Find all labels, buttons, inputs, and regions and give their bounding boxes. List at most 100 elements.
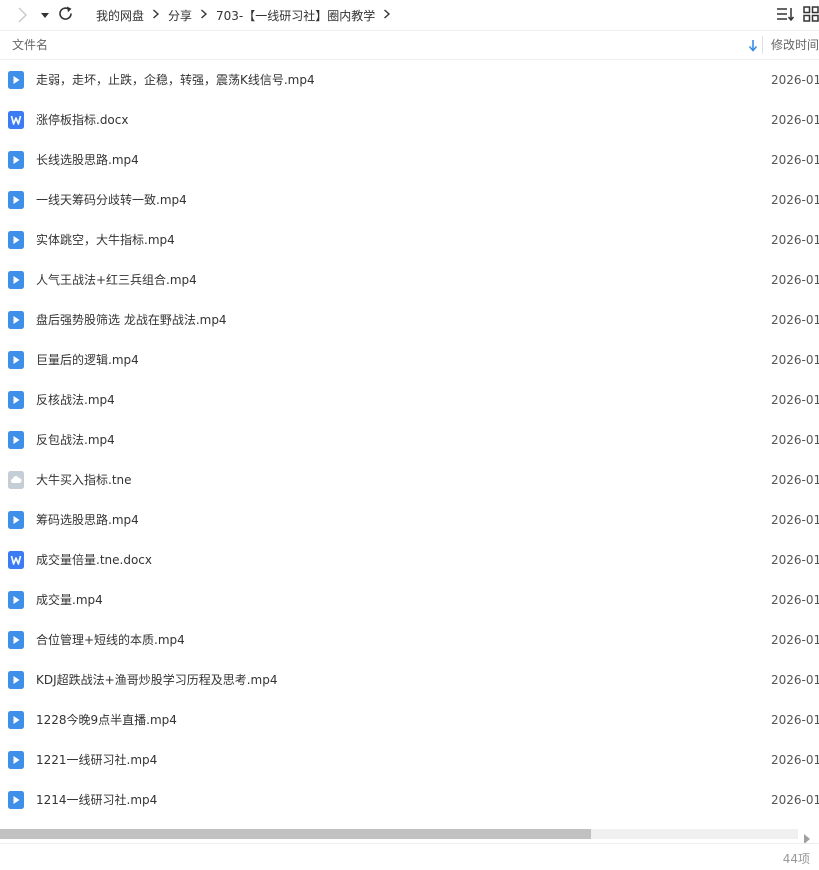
file-row[interactable]: KDJ超跌战法+渔哥炒股学习历程及思考.mp4 2026-01 <box>0 660 819 700</box>
breadcrumb-item[interactable]: 703-【一线研习社】圈内教学 <box>216 7 375 24</box>
file-row[interactable]: 盘后强势股筛选 龙战在野战法.mp4 2026-01 <box>0 300 819 340</box>
scrollbar-thumb[interactable] <box>0 829 591 839</box>
video-file-icon <box>8 191 24 209</box>
file-row[interactable]: 反核战法.mp4 2026-01 <box>0 380 819 420</box>
file-name[interactable]: 走弱，走坏，止跌，企稳，转强，震荡K线信号.mp4 <box>36 60 315 100</box>
file-row[interactable]: 1228今晚9点半直播.mp4 2026-01 <box>0 700 819 740</box>
file-modified-date: 2026-01 <box>771 113 819 127</box>
video-file-icon <box>8 591 24 609</box>
forward-button[interactable] <box>12 5 32 25</box>
file-row[interactable]: 巨量后的逻辑.mp4 2026-01 <box>0 340 819 380</box>
horizontal-scrollbar[interactable] <box>0 829 819 844</box>
chevron-right-icon <box>18 7 27 23</box>
column-divider[interactable] <box>762 36 763 54</box>
file-modified-date: 2026-01 <box>771 73 819 87</box>
file-row[interactable]: 大牛买入指标.tne 2026-01 <box>0 460 819 500</box>
file-name[interactable]: 巨量后的逻辑.mp4 <box>36 340 139 380</box>
file-row[interactable]: 合位管理+短线的本质.mp4 2026-01 <box>0 620 819 660</box>
breadcrumb-item[interactable]: 分享 <box>168 7 192 24</box>
file-row[interactable]: 1214一线研习社.mp4 2026-01 <box>0 780 819 820</box>
video-file-icon <box>8 431 24 449</box>
scrollbar-track[interactable] <box>0 829 798 839</box>
file-name[interactable]: 反核战法.mp4 <box>36 380 115 420</box>
file-modified-date: 2026-01 <box>771 793 819 807</box>
caret-down-icon <box>41 13 49 18</box>
video-file-icon <box>8 231 24 249</box>
file-row[interactable]: 反包战法.mp4 2026-01 <box>0 420 819 460</box>
file-name[interactable]: 大牛买入指标.tne <box>36 460 132 500</box>
toolbar: 我的网盘 分享 703-【一线研习社】圈内教学 <box>0 0 819 30</box>
scroll-right-arrow[interactable] <box>802 829 812 844</box>
video-file-icon <box>8 351 24 369</box>
file-modified-date: 2026-01 <box>771 153 819 167</box>
grid-view-icon <box>803 6 819 22</box>
file-name[interactable]: 盘后强势股筛选 龙战在野战法.mp4 <box>36 300 227 340</box>
file-row[interactable]: 一线天筹码分歧转一致.mp4 2026-01 <box>0 180 819 220</box>
file-name[interactable]: 筹码选股思路.mp4 <box>36 500 139 540</box>
video-file-icon <box>8 511 24 529</box>
video-file-icon <box>8 631 24 649</box>
file-row[interactable]: 走弱，走坏，止跌，企稳，转强，震荡K线信号.mp4 2026-01 <box>0 60 819 100</box>
refresh-icon <box>59 6 72 20</box>
file-name[interactable]: 成交量.mp4 <box>36 580 103 620</box>
file-modified-date: 2026-01 <box>771 473 819 487</box>
sort-descending-icon[interactable] <box>747 38 759 52</box>
file-modified-date: 2026-01 <box>771 553 819 567</box>
file-list: 走弱，走坏，止跌，企稳，转强，震荡K线信号.mp4 2026-01 涨停板指标.do… <box>0 60 819 828</box>
file-name[interactable]: 人气王战法+红三兵组合.mp4 <box>36 260 197 300</box>
file-modified-date: 2026-01 <box>771 353 819 367</box>
file-name[interactable]: 合位管理+短线的本质.mp4 <box>36 620 185 660</box>
column-header-modified[interactable]: 修改时间 <box>771 31 819 59</box>
video-file-icon <box>8 71 24 89</box>
file-row[interactable]: 成交量.mp4 2026-01 <box>0 580 819 620</box>
breadcrumb-separator-icon <box>200 8 208 22</box>
breadcrumb: 我的网盘 分享 703-【一线研习社】圈内教学 <box>96 0 399 30</box>
file-modified-date: 2026-01 <box>771 513 819 527</box>
file-row[interactable]: 实体跳空，大牛指标.mp4 2026-01 <box>0 220 819 260</box>
breadcrumb-separator-icon <box>383 8 391 22</box>
file-name[interactable]: 成交量倍量.tne.docx <box>36 540 152 580</box>
breadcrumb-separator-icon <box>152 8 160 22</box>
file-name[interactable]: 实体跳空，大牛指标.mp4 <box>36 220 175 260</box>
file-row[interactable]: 1221一线研习社.mp4 2026-01 <box>0 740 819 780</box>
file-name[interactable]: 1214一线研习社.mp4 <box>36 780 157 820</box>
file-modified-date: 2026-01 <box>771 673 819 687</box>
file-modified-date: 2026-01 <box>771 593 819 607</box>
word-doc-icon <box>8 111 24 129</box>
video-file-icon <box>8 791 24 809</box>
file-modified-date: 2026-01 <box>771 753 819 767</box>
file-modified-date: 2026-01 <box>771 433 819 447</box>
grid-view-button[interactable] <box>802 4 819 24</box>
status-bar: 44项 <box>0 843 819 870</box>
column-header-name[interactable]: 文件名 <box>12 31 48 59</box>
file-modified-date: 2026-01 <box>771 313 819 327</box>
file-row[interactable]: 人气王战法+红三兵组合.mp4 2026-01 <box>0 260 819 300</box>
file-browser-window: 我的网盘 分享 703-【一线研习社】圈内教学 文件名 修改时间 走弱，走坏，止… <box>0 0 819 870</box>
video-file-icon <box>8 271 24 289</box>
file-row[interactable]: 成交量倍量.tne.docx 2026-01 <box>0 540 819 580</box>
file-name[interactable]: 1221一线研习社.mp4 <box>36 740 157 780</box>
file-modified-date: 2026-01 <box>771 713 819 727</box>
sort-button[interactable] <box>775 4 795 24</box>
sort-list-icon <box>777 8 795 22</box>
file-name[interactable]: 涨停板指标.docx <box>36 100 128 140</box>
file-name[interactable]: 一线天筹码分歧转一致.mp4 <box>36 180 187 220</box>
refresh-button[interactable] <box>56 4 76 24</box>
file-name[interactable]: KDJ超跌战法+渔哥炒股学习历程及思考.mp4 <box>36 660 277 700</box>
file-row[interactable]: 筹码选股思路.mp4 2026-01 <box>0 500 819 540</box>
file-row[interactable]: 长线选股思路.mp4 2026-01 <box>0 140 819 180</box>
word-doc-icon <box>8 551 24 569</box>
file-modified-date: 2026-01 <box>771 273 819 287</box>
file-modified-date: 2026-01 <box>771 193 819 207</box>
file-name[interactable]: 1228今晚9点半直播.mp4 <box>36 700 177 740</box>
file-name[interactable]: 长线选股思路.mp4 <box>36 140 139 180</box>
video-file-icon <box>8 671 24 689</box>
history-dropdown-button[interactable] <box>38 5 52 25</box>
file-modified-date: 2026-01 <box>771 393 819 407</box>
file-modified-date: 2026-01 <box>771 233 819 247</box>
breadcrumb-item[interactable]: 我的网盘 <box>96 7 144 24</box>
cloud-file-icon <box>8 471 24 489</box>
file-name[interactable]: 反包战法.mp4 <box>36 420 115 460</box>
file-modified-date: 2026-01 <box>771 633 819 647</box>
file-row[interactable]: 涨停板指标.docx 2026-01 <box>0 100 819 140</box>
